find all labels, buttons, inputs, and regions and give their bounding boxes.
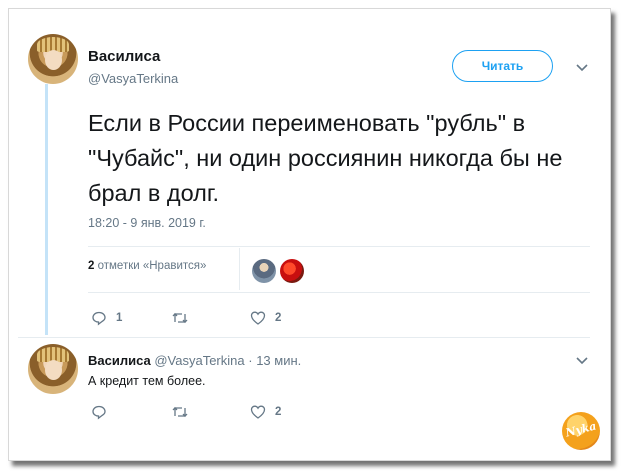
reply-retweet-button[interactable] (171, 404, 198, 420)
retweet-icon (172, 406, 188, 418)
avatar[interactable] (28, 34, 78, 84)
likes-label: отметки «Нравится» (97, 260, 207, 272)
likes-separator (239, 248, 240, 290)
chevron-down-icon[interactable] (575, 353, 589, 367)
reply-count: 1 (116, 312, 123, 324)
heart-icon (250, 311, 266, 325)
author-name[interactable]: Василиса (88, 48, 160, 65)
like-count: 2 (275, 312, 282, 324)
divider (88, 292, 590, 293)
watermark-logo: Nyka (562, 412, 600, 450)
avatar-face (44, 360, 62, 380)
retweet-button[interactable] (171, 310, 198, 326)
reply-author-name[interactable]: Василиса (88, 353, 151, 368)
liker-avatar[interactable] (252, 259, 276, 283)
avatar-face (44, 50, 62, 70)
reply-text: А кредит тем более. (88, 374, 206, 388)
reply-time[interactable]: · 13 мин. (248, 353, 301, 368)
reply-icon (92, 405, 106, 420)
retweet-icon (172, 312, 188, 324)
likes-summary[interactable]: 2 отметки «Нравится» (88, 260, 206, 272)
divider (88, 246, 590, 247)
reply-header: Василиса @VasyaTerkina · 13 мин. (88, 353, 301, 368)
liker-avatar[interactable] (280, 259, 304, 283)
like-button[interactable]: 2 (250, 310, 281, 326)
reply-icon (92, 311, 106, 326)
reply-button[interactable]: 1 (91, 310, 122, 326)
tweet-timestamp[interactable]: 18:20 - 9 янв. 2019 г. (88, 216, 206, 230)
heart-icon (250, 405, 266, 419)
author-handle[interactable]: @VasyaTerkina (88, 71, 178, 86)
tweet-text: Если в России переименовать "рубль" в "Ч… (88, 110, 563, 206)
reply-like-count: 2 (275, 406, 282, 418)
watermark-text: Nyka (564, 419, 598, 440)
thread-line (45, 84, 48, 335)
divider (18, 337, 590, 338)
reply-like-button[interactable]: 2 (250, 404, 281, 420)
follow-button[interactable]: Читать (452, 50, 553, 82)
reply-avatar[interactable] (28, 344, 78, 394)
likes-count: 2 (88, 260, 95, 272)
reply-reply-button[interactable] (91, 404, 116, 420)
chevron-down-icon[interactable] (575, 60, 589, 74)
reply-author-handle[interactable]: @VasyaTerkina (154, 353, 244, 368)
